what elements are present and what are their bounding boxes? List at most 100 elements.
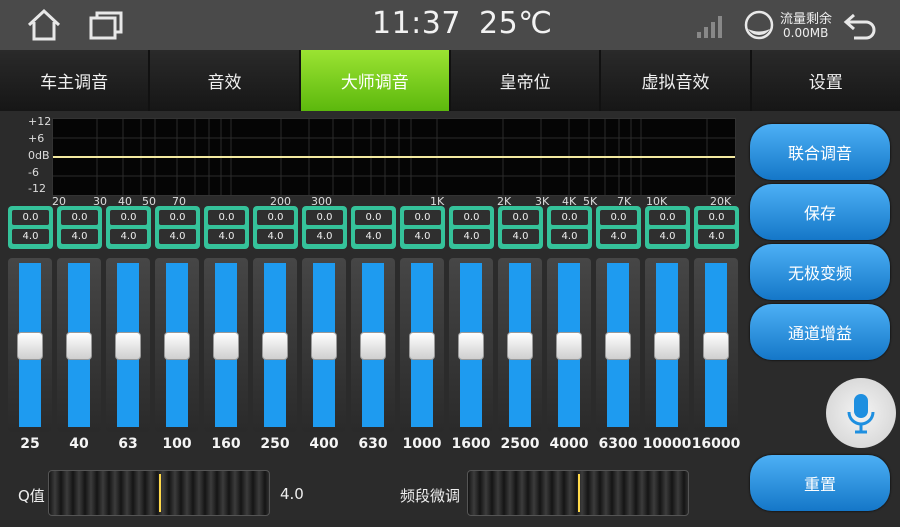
tab-master-tuning[interactable]: 大师调音 [300, 50, 449, 111]
band-value-box[interactable]: 0.0 4.0 [547, 206, 592, 249]
band-slider[interactable] [204, 258, 248, 432]
clock-temperature: 11:37 25℃ [372, 6, 552, 41]
band-gain: 0.0 [649, 210, 686, 225]
slider-knob[interactable] [17, 332, 43, 360]
reset-button[interactable]: 重置 [750, 455, 890, 511]
tab-sound-effects[interactable]: 音效 [150, 50, 299, 111]
band-slider[interactable] [155, 258, 199, 432]
band-q: 4.0 [551, 229, 588, 244]
wheel-indicator [578, 474, 580, 512]
band-value-box[interactable]: 0.0 4.0 [351, 206, 396, 249]
slider-knob[interactable] [409, 332, 435, 360]
band-frequency-label: 16000 [691, 436, 741, 452]
band-gain: 0.0 [355, 210, 392, 225]
save-button[interactable]: 保存 [750, 184, 890, 240]
tab-settings[interactable]: 设置 [751, 50, 900, 111]
band-slider[interactable] [645, 258, 689, 432]
band-value-box[interactable]: 0.0 4.0 [57, 206, 102, 249]
band-value-box[interactable]: 0.0 4.0 [302, 206, 347, 249]
band-value-box[interactable]: 0.0 4.0 [155, 206, 200, 249]
slider-knob[interactable] [213, 332, 239, 360]
slider-knob[interactable] [115, 332, 141, 360]
band-value-box[interactable]: 0.0 4.0 [596, 206, 641, 249]
tab-owner-tuning[interactable]: 车主调音 [0, 50, 149, 111]
slider-knob[interactable] [66, 332, 92, 360]
slider-knob[interactable] [605, 332, 631, 360]
band-slider[interactable] [694, 258, 738, 432]
band-gain: 0.0 [306, 210, 343, 225]
band-frequency-label: 1000 [402, 436, 442, 452]
q-value: 4.0 [280, 485, 304, 503]
band-value-box[interactable]: 0.0 4.0 [449, 206, 494, 249]
band-gain: 0.0 [551, 210, 588, 225]
band-fine-tune-wheel[interactable] [467, 470, 689, 516]
tab-emperor-seat[interactable]: 皇帝位 [450, 50, 600, 111]
recent-apps-icon[interactable] [88, 9, 124, 41]
band-q: 4.0 [12, 229, 49, 244]
db-label: 0dB [28, 149, 50, 162]
band-slider[interactable] [498, 258, 542, 432]
band-q: 4.0 [257, 229, 294, 244]
band-q: 4.0 [306, 229, 343, 244]
band-frequency-label: 40 [69, 436, 89, 452]
q-adjust-wheel[interactable] [48, 470, 270, 516]
band-q: 4.0 [208, 229, 245, 244]
slider-knob[interactable] [262, 332, 288, 360]
slider-knob[interactable] [164, 332, 190, 360]
db-label: +6 [28, 132, 45, 145]
band-value-box[interactable]: 0.0 4.0 [498, 206, 543, 249]
tab-virtual-sound[interactable]: 虚拟音效 [601, 50, 750, 111]
band-frequency-label: 400 [309, 436, 339, 452]
slider-knob[interactable] [311, 332, 337, 360]
voice-button[interactable] [826, 378, 896, 448]
band-value-box[interactable]: 0.0 4.0 [645, 206, 690, 249]
band-q: 4.0 [649, 229, 686, 244]
band-value-box[interactable]: 0.0 4.0 [8, 206, 53, 249]
home-icon[interactable] [26, 8, 62, 42]
stepless-crossover-button[interactable]: 无极变频 [750, 244, 890, 300]
fine-tune-label: 频段微调 [400, 487, 461, 505]
band-q: 4.0 [698, 229, 735, 244]
band-slider[interactable] [449, 258, 493, 432]
band-gain: 0.0 [257, 210, 294, 225]
band-gain: 0.0 [404, 210, 441, 225]
band-slider[interactable] [106, 258, 150, 432]
band-frequency-label: 63 [118, 436, 138, 452]
band-slider[interactable] [547, 258, 591, 432]
graph-canvas [53, 119, 735, 195]
slider-knob[interactable] [360, 332, 386, 360]
slider-knob[interactable] [703, 332, 729, 360]
q-label: Q值 [18, 487, 45, 505]
channel-gain-button[interactable]: 通道增益 [750, 304, 890, 360]
slider-knob[interactable] [507, 332, 533, 360]
link-tuning-button[interactable]: 联合调音 [750, 124, 890, 180]
band-q: 4.0 [600, 229, 637, 244]
band-slider[interactable] [596, 258, 640, 432]
band-q: 4.0 [453, 229, 490, 244]
band-slider[interactable] [57, 258, 101, 432]
tab-bar: 车主调音 音效 大师调音 皇帝位 虚拟音效 设置 [0, 50, 900, 111]
data-usage-icon [744, 10, 774, 40]
wheel-indicator [159, 474, 161, 512]
slider-knob[interactable] [458, 332, 484, 360]
slider-knob[interactable] [556, 332, 582, 360]
band-frequency-label: 6300 [598, 436, 638, 452]
band-frequency-label: 630 [358, 436, 388, 452]
back-icon[interactable] [842, 10, 878, 40]
band-gain: 0.0 [110, 210, 147, 225]
status-bar: 11:37 25℃ 流量剩余 0.00MB [0, 0, 900, 50]
band-slider[interactable] [400, 258, 444, 432]
band-slider[interactable] [302, 258, 346, 432]
band-value-box[interactable]: 0.0 4.0 [106, 206, 151, 249]
traffic-label: 流量剩余 [780, 12, 833, 27]
band-value-box[interactable]: 0.0 4.0 [204, 206, 249, 249]
band-value-box[interactable]: 0.0 4.0 [253, 206, 298, 249]
slider-knob[interactable] [654, 332, 680, 360]
band-q: 4.0 [61, 229, 98, 244]
band-slider[interactable] [351, 258, 395, 432]
band-slider[interactable] [253, 258, 297, 432]
band-slider[interactable] [8, 258, 52, 432]
band-value-box[interactable]: 0.0 4.0 [694, 206, 739, 249]
band-value-box[interactable]: 0.0 4.0 [400, 206, 445, 249]
band-frequency-label: 2500 [500, 436, 540, 452]
